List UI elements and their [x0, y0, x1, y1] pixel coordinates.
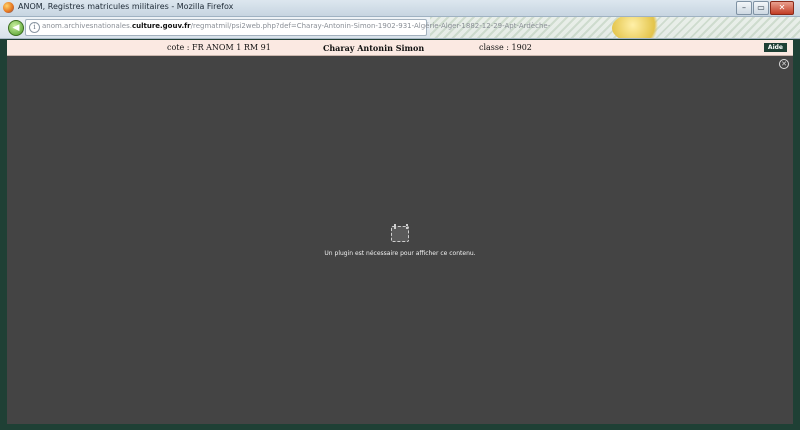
help-button[interactable]: Aide [763, 43, 787, 52]
url-domain: culture.gouv.fr [131, 22, 191, 30]
site-info-icon[interactable]: i [29, 22, 40, 33]
url-field[interactable]: i anom.archivesnationales.culture.gouv.f… [25, 19, 550, 36]
window-title: ANOM, Registres matricules militaires - … [18, 2, 234, 11]
plugin-required-message: Un plugin est nécessaire pour afficher c… [324, 250, 476, 257]
toolbar-background-decoration [612, 17, 664, 38]
minimize-button[interactable]: – [736, 1, 752, 15]
firefox-icon [3, 2, 14, 13]
close-button[interactable]: ✕ [770, 1, 794, 15]
close-viewer-icon[interactable]: ✕ [779, 59, 789, 69]
maximize-button[interactable]: ▭ [753, 1, 769, 15]
viewer-content: cote : FR ANOM 1 RM 91 Charay Antonin Si… [7, 40, 793, 424]
record-info-bar: cote : FR ANOM 1 RM 91 Charay Antonin Si… [7, 40, 793, 56]
record-classe: classe : 1902 [479, 43, 532, 52]
record-cote: cote : FR ANOM 1 RM 91 [167, 43, 271, 52]
page-frame: cote : FR ANOM 1 RM 91 Charay Antonin Si… [0, 39, 800, 430]
record-name: Charay Antonin Simon [323, 43, 425, 53]
url-text: anom.archivesnationales.culture.gouv.fr/… [42, 22, 551, 30]
window-controls: – ▭ ✕ [736, 1, 794, 15]
window-titlebar: ANOM, Registres matricules militaires - … [0, 0, 800, 17]
navigation-bar: ◀ i anom.archivesnationales.culture.gouv… [0, 17, 800, 39]
back-arrow-icon[interactable]: ◀ [8, 20, 24, 36]
missing-plugin-icon[interactable] [391, 224, 409, 242]
